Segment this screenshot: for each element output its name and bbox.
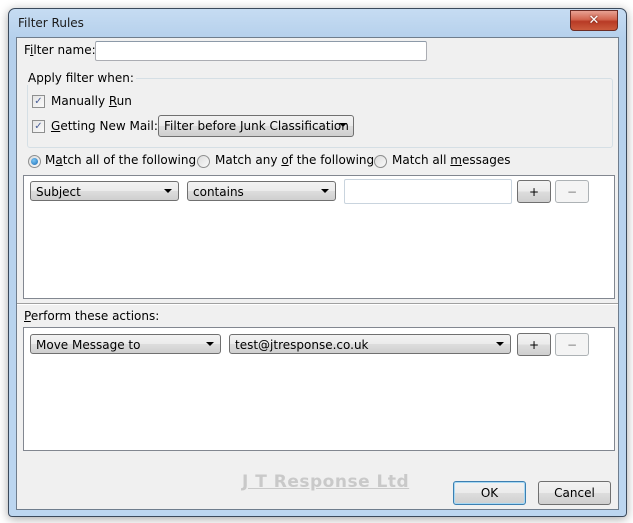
checkmark-icon: ✓ <box>34 95 43 107</box>
add-action-button[interactable]: + <box>517 333 551 356</box>
cancel-label: Cancel <box>554 486 595 500</box>
match-any-radio[interactable] <box>197 155 210 168</box>
dialog-client-area: Filter name: Apply filter when: ✓ Manual… <box>16 37 619 510</box>
action-type-value: Move Message to <box>36 338 141 352</box>
filter-name-label: Filter name: <box>24 43 96 57</box>
match-all-radio[interactable] <box>28 155 41 168</box>
rule-operator-value: contains <box>193 185 244 199</box>
splitter[interactable] <box>17 303 618 305</box>
rule-field-value: Subject <box>36 185 81 199</box>
junk-timing-dropdown[interactable]: Filter before Junk Classification <box>158 115 354 137</box>
getting-new-mail-checkbox[interactable]: ✓ <box>32 120 45 133</box>
cancel-button[interactable]: Cancel <box>538 481 611 505</box>
rules-list: Subject contains + − <box>23 175 615 299</box>
getting-new-mail-label[interactable]: Getting New Mail: <box>51 119 158 133</box>
rule-field-dropdown[interactable]: Subject <box>30 181 179 201</box>
junk-timing-value: Filter before Junk Classification <box>164 119 349 133</box>
window-title: Filter Rules <box>18 16 84 30</box>
apply-filter-group <box>27 78 613 148</box>
filter-rules-window: Filter Rules ✕ Filter name: Apply filter… <box>8 8 627 517</box>
filter-name-input[interactable] <box>96 42 426 60</box>
close-button[interactable]: ✕ <box>570 10 618 31</box>
apply-filter-legend: Apply filter when: <box>26 71 136 85</box>
close-x-icon: ✕ <box>588 13 600 28</box>
brand-watermark: J T Response Ltd <box>242 472 410 492</box>
plus-icon: + <box>528 184 540 199</box>
minus-icon: − <box>566 184 578 199</box>
match-any-label[interactable]: Match any of the following <box>215 153 374 167</box>
plus-icon: + <box>528 337 540 352</box>
title-bar[interactable]: Filter Rules ✕ <box>9 9 626 37</box>
rule-value-field[interactable] <box>344 179 512 204</box>
match-all-messages-label[interactable]: Match all messages <box>392 153 510 167</box>
chevron-down-icon <box>321 189 329 193</box>
actions-list: Move Message to test@jtresponse.co.uk + … <box>23 327 615 451</box>
match-all-messages-radio[interactable] <box>374 155 387 168</box>
remove-rule-button[interactable]: − <box>555 180 589 203</box>
rule-operator-dropdown[interactable]: contains <box>187 181 336 201</box>
manually-run-checkbox[interactable]: ✓ <box>32 95 45 108</box>
ok-label: OK <box>480 486 499 500</box>
chevron-down-icon <box>206 342 214 346</box>
chevron-down-icon <box>496 342 504 346</box>
action-target-value: test@jtresponse.co.uk <box>235 338 369 352</box>
chevron-down-icon <box>164 189 172 193</box>
match-all-label[interactable]: Match all of the following <box>45 153 196 167</box>
chevron-down-icon <box>339 123 347 127</box>
perform-actions-label: Perform these actions: <box>24 309 160 323</box>
remove-action-button[interactable]: − <box>555 333 589 356</box>
action-target-dropdown[interactable]: test@jtresponse.co.uk <box>229 334 511 354</box>
add-rule-button[interactable]: + <box>517 180 551 203</box>
manually-run-label[interactable]: Manually Run <box>51 94 132 108</box>
action-type-dropdown[interactable]: Move Message to <box>30 334 221 354</box>
checkmark-icon: ✓ <box>34 120 43 132</box>
filter-name-field[interactable] <box>95 41 427 61</box>
ok-button[interactable]: OK <box>453 481 526 505</box>
rule-value-input[interactable] <box>345 180 511 203</box>
minus-icon: − <box>566 337 578 352</box>
